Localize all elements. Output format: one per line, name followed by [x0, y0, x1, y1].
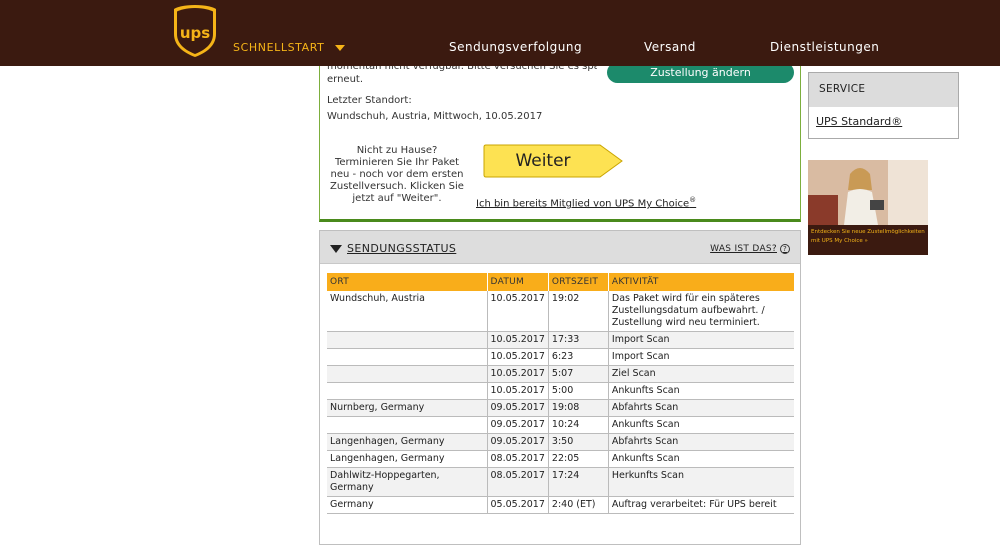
cell-aktivitaet: Import Scan	[608, 348, 794, 366]
cell-datum: 10.05.2017	[487, 382, 549, 400]
cell-ortszeit: 2:40 (ET)	[548, 496, 609, 514]
table-row: Nurnberg, Germany 09.05.2017 19:08 Abfahrts…	[327, 399, 794, 417]
cell-ortszeit: 3:50	[548, 433, 609, 451]
quickstart-label: SCHNELLSTART	[233, 41, 325, 54]
cell-ort	[327, 416, 488, 434]
cell-ortszeit: 22:05	[548, 450, 609, 468]
last-location-value: Wundschuh, Austria, Mittwoch, 10.05.2017	[327, 111, 543, 122]
ups-logo[interactable]: ups	[172, 4, 218, 58]
table-header-row: ORT DATUM ORTSZEIT AKTIVITÄT	[327, 273, 794, 291]
col-ort: ORT	[327, 273, 488, 291]
triangle-down-icon	[330, 244, 342, 253]
cell-ort: Langenhagen, Germany	[327, 450, 488, 468]
cell-ort: Germany	[327, 496, 488, 514]
cell-datum: 10.05.2017	[487, 348, 549, 366]
col-aktivitaet: AKTIVITÄT	[608, 273, 794, 291]
cell-datum: 09.05.2017	[487, 433, 549, 451]
cell-aktivitaet: Herkunfts Scan	[608, 467, 794, 497]
cell-aktivitaet: Import Scan	[608, 331, 794, 349]
status-toggle[interactable]: SENDUNGSSTATUS	[330, 242, 456, 255]
registered-mark: ®	[689, 196, 697, 204]
weiter-button[interactable]: Weiter	[483, 144, 624, 178]
delivery-info-panel: momentan nicht verfügbar. Bitte versuche…	[319, 56, 801, 222]
nav-tracking[interactable]: Sendungsverfolgung	[449, 40, 582, 54]
table-row: 10.05.2017 5:07 Ziel Scan	[327, 365, 794, 383]
chevron-down-icon	[334, 45, 345, 51]
cell-ort	[327, 382, 488, 400]
weiter-label: Weiter	[515, 151, 571, 171]
cell-datum: 10.05.2017	[487, 365, 549, 383]
cell-ortszeit: 17:33	[548, 331, 609, 349]
cell-aktivitaet: Ankunfts Scan	[608, 416, 794, 434]
cell-datum: 09.05.2017	[487, 399, 549, 417]
promo-photo	[808, 160, 928, 225]
nav-services[interactable]: Dienstleistungen	[770, 40, 879, 54]
table-row: Langenhagen, Germany 08.05.2017 22:05 Ankun…	[327, 450, 794, 468]
cell-aktivitaet: Abfahrts Scan	[608, 433, 794, 451]
quickstart-menu[interactable]: SCHNELLSTART	[233, 41, 345, 54]
cell-aktivitaet: Ankunfts Scan	[608, 382, 794, 400]
status-table: ORT DATUM ORTSZEIT AKTIVITÄT Wundschuh, …	[327, 273, 794, 514]
col-datum: DATUM	[487, 273, 549, 291]
cell-aktivitaet: Ziel Scan	[608, 365, 794, 383]
table-row: Dahlwitz-Hoppegarten, Germany 08.05.2017 1…	[327, 467, 794, 497]
mychoice-promo-banner[interactable]: Entdecken Sie neue Zustellmöglichkeiten …	[808, 160, 928, 255]
promo-text: Entdecken Sie neue Zustellmöglichkeiten …	[808, 225, 928, 255]
service-link[interactable]: UPS Standard®	[809, 107, 958, 128]
cell-ort	[327, 365, 488, 383]
cell-aktivitaet: Ankunfts Scan	[608, 450, 794, 468]
cell-aktivitaet: Auftrag verarbeitet: Für UPS bereit	[608, 496, 794, 514]
table-row: 10.05.2017 6:23 Import Scan	[327, 348, 794, 366]
cell-ortszeit: 19:08	[548, 399, 609, 417]
cell-datum: 05.05.2017	[487, 496, 549, 514]
nav-shipping[interactable]: Versand	[644, 40, 696, 54]
question-icon: ?	[780, 244, 790, 254]
svg-text:ups: ups	[180, 24, 210, 42]
mychoice-link-text: Ich bin bereits Mitglied von UPS My Choi…	[476, 198, 690, 210]
col-ortszeit: ORTSZEIT	[548, 273, 609, 291]
cell-datum: 08.05.2017	[487, 450, 549, 468]
service-heading: SERVICE	[809, 73, 958, 107]
cell-ortszeit: 10:24	[548, 416, 609, 434]
cell-aktivitaet: Abfahrts Scan	[608, 399, 794, 417]
header: ups SCHNELLSTART Sendungsverfolgung Vers…	[0, 0, 1000, 66]
status-title: SENDUNGSSTATUS	[347, 242, 457, 255]
table-row: Wundschuh, Austria 10.05.2017 19:02 Das Pak…	[327, 291, 794, 332]
cell-ort: Dahlwitz-Hoppegarten, Germany	[327, 467, 488, 497]
not-home-text: Nicht zu Hause? Terminieren Sie Ihr Pake…	[330, 145, 464, 204]
cell-datum: 10.05.2017	[487, 331, 549, 349]
what-is-this-label: WAS IST DAS?	[710, 244, 777, 254]
cell-ort	[327, 348, 488, 366]
cell-ortszeit: 19:02	[548, 291, 609, 332]
table-row: Langenhagen, Germany 09.05.2017 3:50 Abfahr…	[327, 433, 794, 451]
cell-ortszeit: 6:23	[548, 348, 609, 366]
cell-aktivitaet: Das Paket wird für ein späteres Zustellu…	[608, 291, 794, 332]
cell-ort: Langenhagen, Germany	[327, 433, 488, 451]
cell-ort: Nurnberg, Germany	[327, 399, 488, 417]
cell-datum: 08.05.2017	[487, 467, 549, 497]
cell-ort: Wundschuh, Austria	[327, 291, 488, 332]
status-header: SENDUNGSSTATUS WAS IST DAS? ?	[320, 231, 800, 264]
cell-datum: 09.05.2017	[487, 416, 549, 434]
cell-ortszeit: 17:24	[548, 467, 609, 497]
table-row: 10.05.2017 17:33 Import Scan	[327, 331, 794, 349]
table-row: Germany 05.05.2017 2:40 (ET) Auftrag verarb…	[327, 496, 794, 514]
cell-datum: 10.05.2017	[487, 291, 549, 332]
mychoice-member-link[interactable]: Ich bin bereits Mitglied von UPS My Choi…	[476, 196, 696, 209]
cell-ortszeit: 5:00	[548, 382, 609, 400]
shipment-status-panel: SENDUNGSSTATUS WAS IST DAS? ? ORT DATUM …	[319, 230, 801, 545]
cell-ortszeit: 5:07	[548, 365, 609, 383]
service-box: SERVICE UPS Standard®	[808, 72, 959, 139]
unavailable-message-line2: erneut.	[327, 74, 364, 85]
table-row: 10.05.2017 5:00 Ankunfts Scan	[327, 382, 794, 400]
cell-ort	[327, 331, 488, 349]
what-is-this-link[interactable]: WAS IST DAS? ?	[710, 244, 790, 254]
table-row: 09.05.2017 10:24 Ankunfts Scan	[327, 416, 794, 434]
last-location-label: Letzter Standort:	[327, 95, 412, 106]
